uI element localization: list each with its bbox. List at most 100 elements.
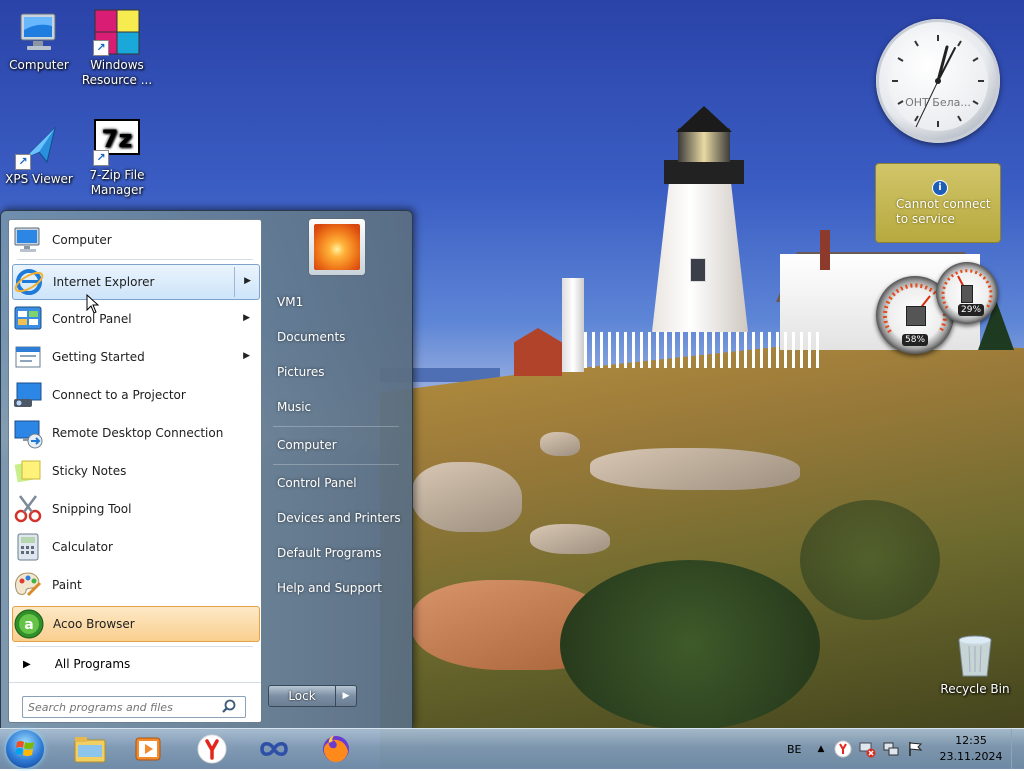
seven-zip-glyph: 7z (102, 125, 133, 153)
svg-text:a: a (24, 617, 33, 633)
clock-ticks-icon (892, 35, 984, 128)
start-program-sticky-notes[interactable]: Sticky Notes (12, 454, 258, 488)
start-program-calculator[interactable]: Calculator (12, 530, 258, 564)
shortcut-arrow-icon: ↗ (93, 40, 109, 56)
submenu-arrow-icon[interactable]: ▶ (243, 351, 250, 361)
lock-button-group: Lock ▶ (268, 685, 358, 707)
wallpaper-rock (530, 524, 610, 554)
flower-user-avatar-icon (314, 224, 360, 270)
clock-gadget-label: ОНТ Бела... (905, 96, 971, 109)
wallpaper-shed (514, 328, 562, 376)
display-tray-icon[interactable] (882, 740, 900, 758)
start-button[interactable] (6, 730, 44, 768)
start-search-box[interactable] (22, 696, 246, 718)
taskbar-file-explorer[interactable] (64, 731, 116, 767)
file-explorer-icon (74, 737, 106, 763)
taskbar-media-player[interactable] (122, 731, 174, 767)
start-program-remote-desktop[interactable]: Remote Desktop Connection (12, 416, 258, 450)
acoo-browser-icon: a (13, 608, 45, 640)
start-menu-separator (9, 682, 261, 683)
desktop-icon-xps-viewer[interactable]: ↗ XPS Viewer (1, 122, 77, 187)
start-program-paint[interactable]: Paint (12, 568, 258, 602)
desktop-icon-label: Windows Resource ... (81, 58, 153, 87)
network-error-icon[interactable] (858, 740, 876, 758)
wallpaper-small-tower (562, 278, 584, 372)
yandex-tray-icon[interactable] (834, 740, 852, 758)
lock-button[interactable]: Lock (268, 685, 336, 707)
start-search-input[interactable] (23, 699, 220, 715)
wallpaper-chimney (820, 230, 830, 270)
windows-resource-kit-icon: ↗ (93, 8, 141, 56)
taskbar-firefox[interactable] (310, 731, 362, 767)
start-program-control-panel[interactable]: Control Panel ▶ (12, 302, 258, 336)
user-picture[interactable] (308, 218, 366, 276)
projector-icon (12, 379, 44, 411)
weather-gadget[interactable]: i Cannot connect to service (875, 163, 1001, 243)
infinity-app-icon (260, 742, 288, 756)
start-right-separator (273, 426, 399, 427)
start-menu: Computer Internet Explorer ▶ Control Pan… (0, 210, 413, 730)
start-program-connect-projector[interactable]: Connect to a Projector (12, 378, 258, 412)
submenu-arrow-icon[interactable]: ▶ (244, 276, 251, 286)
start-right-computer[interactable]: Computer (267, 431, 401, 459)
control-panel-icon (12, 303, 44, 335)
cpu-percent: 58% (902, 334, 929, 346)
seven-zip-icon: 7z ↗ (93, 118, 141, 166)
desktop-icon-recycle-bin[interactable]: Recycle Bin (937, 632, 1013, 697)
cpu-chip-icon (906, 306, 926, 326)
ram-chip-icon (961, 285, 973, 303)
start-program-acoo-browser[interactable]: a Acoo Browser (12, 606, 260, 642)
start-program-label: Getting Started (52, 350, 145, 364)
start-right-default-programs[interactable]: Default Programs (267, 539, 401, 567)
wallpaper-bush (560, 560, 820, 730)
start-program-label: Sticky Notes (52, 464, 127, 478)
start-program-internet-explorer[interactable]: Internet Explorer ▶ (12, 264, 260, 300)
start-right-separator (273, 464, 399, 465)
desktop-icon-7zip[interactable]: 7z ↗ 7-Zip File Manager (79, 118, 155, 198)
start-right-user-folder[interactable]: VM1 (267, 288, 401, 316)
start-program-computer[interactable]: Computer (12, 223, 258, 257)
taskbar-date: 23.11.2024 (939, 750, 1003, 763)
clock-gadget[interactable]: ОНТ Бела... (876, 19, 1000, 143)
taskbar-infinity-app[interactable] (248, 731, 300, 767)
start-right-music[interactable]: Music (267, 393, 401, 421)
desktop-icon-computer[interactable]: Computer (1, 8, 77, 73)
start-right-devices-printers[interactable]: Devices and Printers (267, 504, 401, 532)
wallpaper-rock (412, 462, 522, 532)
submenu-arrow-icon[interactable]: ▶ (243, 313, 250, 323)
start-program-snipping-tool[interactable]: Snipping Tool (12, 492, 258, 526)
show-desktop-button[interactable] (1011, 729, 1024, 769)
search-icon[interactable] (220, 698, 238, 716)
start-right-help-support[interactable]: Help and Support (267, 574, 401, 602)
submenu-split (234, 267, 235, 297)
windows-logo-icon (15, 741, 34, 756)
action-center-flag-icon[interactable] (906, 740, 924, 758)
shutdown-options-arrow-icon[interactable]: ▶ (336, 685, 357, 707)
all-programs-button[interactable]: ▶ All Programs (23, 652, 253, 676)
start-program-label: Paint (52, 578, 82, 592)
computer-icon (12, 224, 44, 256)
desktop-icon-windows-resource[interactable]: ↗ Windows Resource ... (79, 8, 155, 88)
paint-icon (12, 569, 44, 601)
start-right-pictures[interactable]: Pictures (267, 358, 401, 386)
ram-meter-gadget[interactable]: 29% (936, 262, 998, 324)
start-right-control-panel[interactable]: Control Panel (267, 469, 401, 497)
start-menu-separator (17, 259, 253, 260)
start-program-getting-started[interactable]: Getting Started ▶ (12, 340, 258, 374)
start-right-documents[interactable]: Documents (267, 323, 401, 351)
mouse-cursor-icon (86, 294, 100, 314)
ram-percent: 29% (958, 304, 985, 316)
weather-gadget-message: Cannot connect to service (896, 197, 991, 226)
taskbar-yandex-browser[interactable] (186, 731, 238, 767)
yandex-browser-icon (197, 734, 227, 764)
wallpaper-fence (584, 332, 820, 368)
getting-started-icon (12, 341, 44, 373)
show-hidden-icons-arrow-icon[interactable]: ▲ (818, 744, 825, 754)
taskbar-time: 12:35 (955, 734, 987, 747)
start-program-label: Computer (52, 233, 112, 247)
calculator-icon (12, 531, 44, 563)
taskbar-clock[interactable]: 12:35 23.11.2024 (930, 733, 1012, 765)
wallpaper-rock (590, 448, 800, 490)
wallpaper-rock (540, 432, 580, 456)
language-indicator[interactable]: BE (787, 743, 802, 756)
